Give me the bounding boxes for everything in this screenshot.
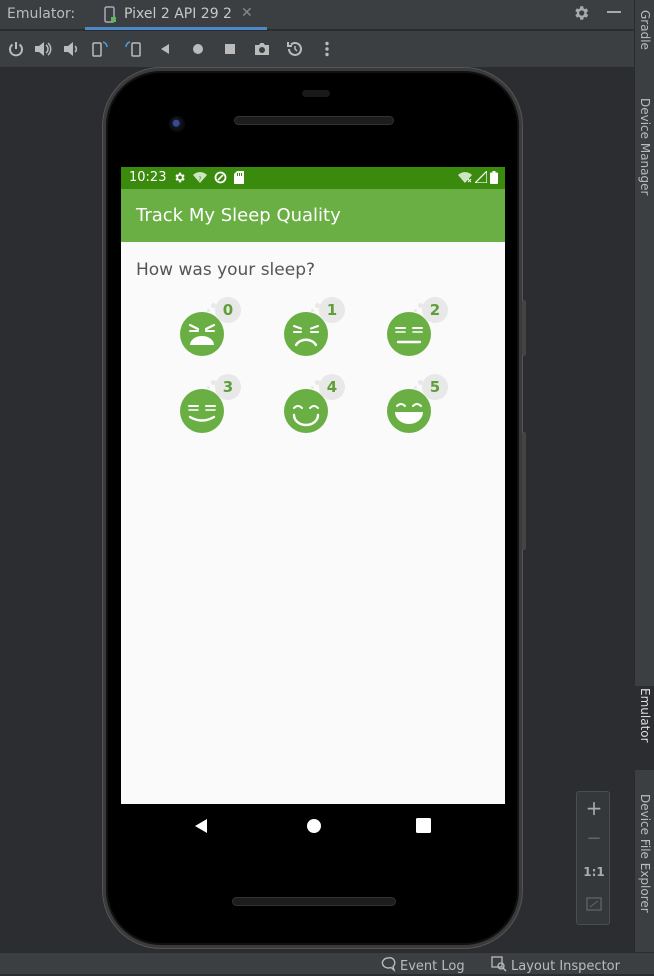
smile-face-icon — [284, 389, 328, 433]
event-log-icon — [380, 956, 396, 976]
zoom-controls: + − 1:1 — [576, 791, 610, 925]
tab-active-indicator — [85, 27, 267, 30]
more-icon[interactable] — [317, 39, 337, 59]
battery-icon — [490, 171, 498, 188]
layout-inspector-icon — [491, 956, 507, 976]
volume-down-icon[interactable] — [61, 39, 81, 59]
layout-inspector-button[interactable]: Layout Inspector — [491, 956, 620, 976]
app-bar: Track My Sleep Quality — [121, 189, 505, 242]
emulator-label: Emulator: — [7, 6, 76, 22]
app-title: Track My Sleep Quality — [136, 205, 341, 226]
bottom-speaker — [232, 897, 396, 906]
android-status-bar: 10:23 ? — [121, 167, 505, 189]
ide-status-bar: Event Log Layout Inspector — [0, 952, 654, 974]
home-icon[interactable] — [188, 39, 208, 59]
data-saver-icon — [214, 171, 227, 188]
volume-up-icon[interactable] — [33, 39, 53, 59]
rating-option-0[interactable]: 0 — [179, 297, 249, 357]
emulator-toolbar — [0, 31, 634, 67]
wifi-question-icon: ? — [193, 171, 207, 188]
power-icon[interactable] — [6, 39, 26, 59]
snapshot-icon[interactable] — [285, 39, 305, 59]
android-nav-bar — [121, 804, 505, 852]
tab-gradle[interactable]: Gradle — [635, 8, 654, 70]
status-time: 10:23 — [129, 170, 167, 185]
sad-face-icon — [284, 312, 328, 356]
minimize-icon[interactable] — [605, 1, 623, 28]
rating-option-1[interactable]: 1 — [283, 297, 353, 357]
sleep-question: How was your sleep? — [136, 260, 316, 280]
tab-emulator-label: Emulator — [638, 688, 652, 743]
sd-card-icon — [234, 171, 244, 188]
neutral-face-icon — [387, 312, 431, 356]
tab-emulator[interactable]: Emulator — [635, 686, 654, 770]
event-log-button[interactable]: Event Log — [380, 956, 465, 976]
right-tool-panel: Gradle Device Manager Emulator Device Fi… — [634, 0, 654, 952]
svg-text:?: ? — [198, 176, 201, 183]
tab-device-manager-label: Device Manager — [638, 98, 652, 196]
signal-icon — [473, 169, 488, 188]
wifi-icon — [458, 171, 472, 188]
tab-device-label: Pixel 2 API 29 2 — [124, 6, 232, 22]
rating-option-3[interactable]: 3 — [179, 374, 249, 434]
rotate-left-icon[interactable] — [90, 39, 110, 59]
phone-volume-button[interactable] — [522, 300, 526, 356]
zoom-in-button[interactable]: + — [577, 796, 611, 820]
zoom-fit-icon[interactable] — [577, 896, 611, 915]
tab-device-file-explorer[interactable]: Device File Explorer — [635, 792, 654, 934]
rating-option-4[interactable]: 4 — [283, 374, 353, 434]
ide-tab-bar: Emulator: Pixel 2 API 29 2 ✕ — [0, 0, 634, 30]
nav-overview-icon[interactable] — [416, 818, 431, 837]
device-icon — [103, 6, 117, 28]
device-screen: 10:23 ? Track My Sleep Quality How was y… — [121, 167, 505, 804]
tab-device-manager[interactable]: Device Manager — [635, 96, 654, 220]
nav-home-icon[interactable] — [306, 818, 322, 838]
close-icon[interactable]: ✕ — [241, 5, 253, 21]
settings-status-icon — [173, 171, 186, 188]
zoom-actual-size-button[interactable]: 1:1 — [577, 865, 611, 879]
tab-gradle-label: Gradle — [638, 10, 652, 50]
overview-icon[interactable] — [220, 39, 240, 59]
gear-icon[interactable] — [572, 4, 590, 27]
very-sad-face-icon — [180, 312, 224, 356]
layout-inspector-label: Layout Inspector — [511, 958, 620, 974]
phone-power-button[interactable] — [522, 432, 526, 550]
event-log-label: Event Log — [400, 958, 465, 974]
nav-back-icon[interactable] — [194, 818, 208, 838]
tab-device-file-explorer-label: Device File Explorer — [638, 794, 652, 913]
slight-smile-face-icon — [180, 389, 224, 433]
rating-option-5[interactable]: 5 — [386, 374, 456, 434]
rating-option-2[interactable]: 2 — [386, 297, 456, 357]
top-speaker — [234, 116, 394, 125]
tab-device[interactable]: Pixel 2 API 29 2 ✕ — [85, 0, 267, 30]
front-camera — [169, 116, 185, 132]
earpiece — [302, 90, 330, 97]
camera-icon[interactable] — [252, 39, 272, 59]
back-icon[interactable] — [155, 39, 175, 59]
rotate-right-icon[interactable] — [123, 39, 143, 59]
zoom-out-button[interactable]: − — [577, 828, 611, 849]
very-happy-face-icon — [387, 389, 431, 433]
